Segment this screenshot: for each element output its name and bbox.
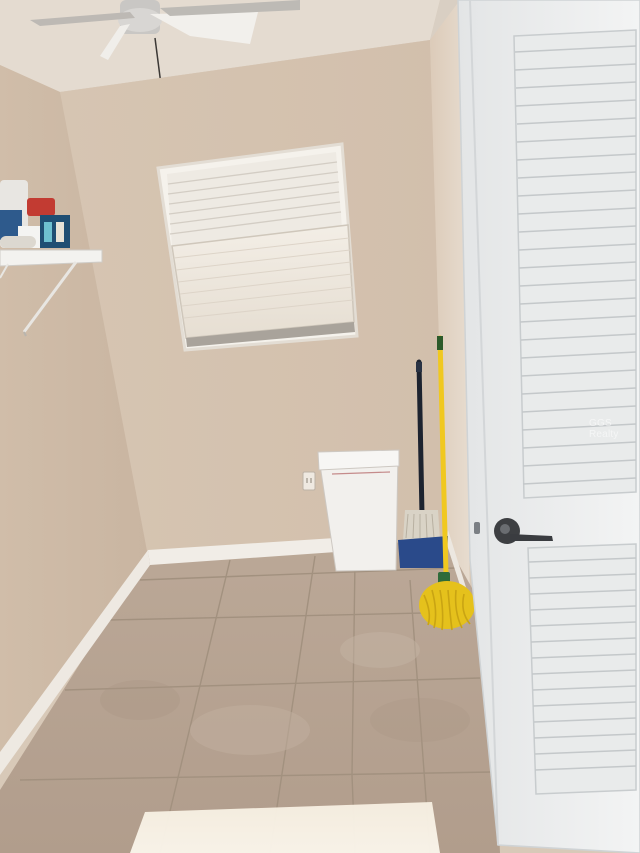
laundry-room-photo: GGS Realty: [0, 0, 640, 853]
lower-louver-panel: [527, 543, 637, 795]
wall-outlet: [302, 471, 316, 491]
room-illustration: [0, 0, 640, 853]
watermark-text: GGS Realty: [589, 418, 619, 440]
window: [156, 142, 359, 352]
